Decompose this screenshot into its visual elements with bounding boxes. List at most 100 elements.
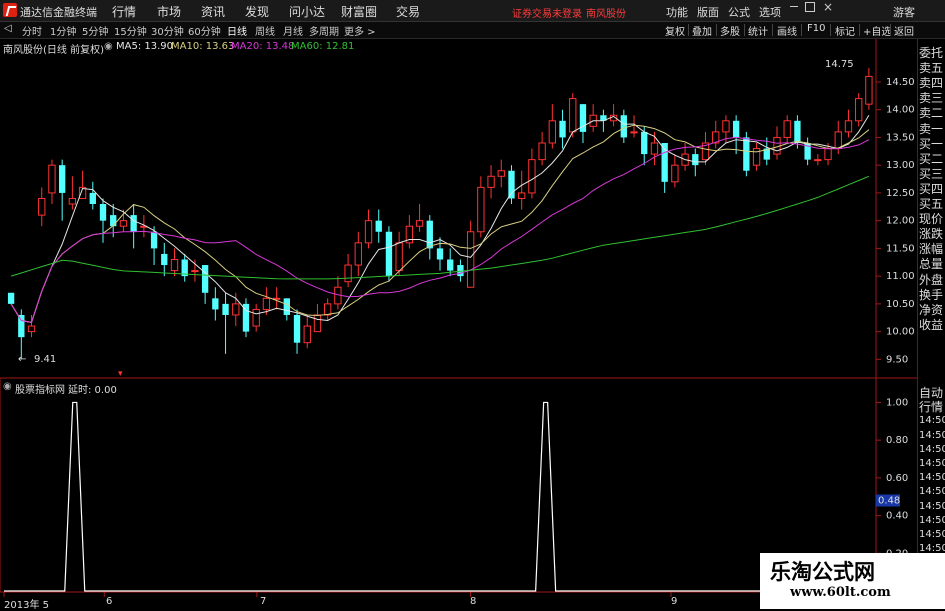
candle-body <box>18 314 25 338</box>
chart-area[interactable]: ▾ 14.50 14.00 13.50 13.00 12.50 12.00 11.50 11.… <box>0 39 917 609</box>
candle-body <box>865 75 873 105</box>
sidebar-tick-label[interactable]: 行情 <box>919 400 943 414</box>
minimize-icon[interactable] <box>790 6 798 7</box>
indicator-tick-label: 1.00 <box>886 397 908 408</box>
period-weekly[interactable]: 周线 <box>255 23 275 38</box>
candle-body <box>743 137 750 171</box>
login-warning[interactable]: 证券交易未登录 <box>512 5 582 20</box>
price-tick-label: 14.00 <box>886 105 915 116</box>
sidebar-tick-label: 14:50 <box>919 514 945 526</box>
menu-ask[interactable]: 问小达 <box>289 3 325 20</box>
candle-body <box>130 215 137 232</box>
sidebar-quote-label: 买三 <box>919 166 944 181</box>
menu-options[interactable]: 选项 <box>759 4 781 20</box>
sidebar-quote-label: 卖二 <box>919 106 944 121</box>
sidebar-tick-label: 14:50 <box>919 486 945 498</box>
toolbar-back-icon[interactable]: ◁ <box>4 23 12 34</box>
price-axis: 14.50 14.00 13.50 13.00 12.50 12.00 11.50 11.00… <box>876 77 915 365</box>
candle-body <box>191 270 199 273</box>
period-5min[interactable]: 5分钟 <box>82 23 108 38</box>
title-bar <box>0 0 945 22</box>
price-tick-label: 10.00 <box>886 327 915 338</box>
menu-trade[interactable]: 交易 <box>396 3 420 20</box>
candle-body <box>27 325 36 333</box>
candle-body <box>170 258 179 272</box>
indicator-tick-label: 0.60 <box>886 473 908 484</box>
price-high-label: 14.75 <box>825 59 854 70</box>
candle-body <box>48 164 56 194</box>
guest-label[interactable]: 游客 <box>893 4 915 20</box>
sidebar-tick-label[interactable]: 自动 <box>919 386 943 400</box>
tool-multi-stock[interactable]: 多股 <box>720 23 740 38</box>
candle-body <box>794 120 801 143</box>
menu-news[interactable]: 资讯 <box>201 3 225 20</box>
maximize-icon[interactable] <box>805 2 815 12</box>
toolbar-divider <box>744 24 745 36</box>
tool-stats[interactable]: 统计 <box>748 23 768 38</box>
tool-draw[interactable]: 画线 <box>777 23 797 38</box>
period-1min[interactable]: 1分钟 <box>50 23 76 38</box>
tool-back[interactable]: 返回 <box>894 23 914 38</box>
period-more[interactable]: 更多 > <box>344 23 376 38</box>
candle-body <box>559 120 566 138</box>
tool-add-watchlist[interactable]: +自选 <box>863 23 891 38</box>
sidebar-quote-label: 委托 <box>919 46 944 60</box>
candle-body <box>620 115 627 138</box>
period-monthly[interactable]: 月线 <box>283 23 303 38</box>
menu-formula[interactable]: 公式 <box>728 4 750 20</box>
period-daily[interactable]: 日线 <box>227 23 247 38</box>
app-logo-icon <box>3 3 17 17</box>
tool-mark[interactable]: 标记 <box>835 23 855 38</box>
menu-discover[interactable]: 发现 <box>245 3 269 20</box>
indicator-toggle-icon[interactable]: ◉ <box>3 381 12 392</box>
close-icon[interactable]: × <box>823 0 833 14</box>
price-tick-label: 9.50 <box>886 354 908 365</box>
sidebar-tick-label: 14:50 <box>919 472 945 484</box>
sidebar-quote-label: 涨幅 <box>919 242 944 257</box>
sidebar-quote-label: 买一 <box>919 136 944 151</box>
candle-body <box>293 314 301 343</box>
toolbar-divider <box>688 24 689 36</box>
tool-overlay[interactable]: 叠加 <box>692 23 712 38</box>
date-month-7: 7 <box>260 596 267 607</box>
legend-toggle-icon[interactable]: ◉ <box>104 41 113 52</box>
menu-layout[interactable]: 版面 <box>697 4 719 20</box>
period-timeshare[interactable]: 分时 <box>22 23 42 38</box>
candle-body <box>447 259 454 271</box>
tool-restore-rights[interactable]: 复权 <box>665 23 685 38</box>
sidebar-quote-label: 买四 <box>919 181 944 196</box>
sidebar-quote-label: 外盘 <box>919 272 944 287</box>
period-30min[interactable]: 30分钟 <box>151 23 184 38</box>
period-60min[interactable]: 60分钟 <box>188 23 221 38</box>
menu-market[interactable]: 市场 <box>157 3 181 20</box>
ma60-legend: MA60: 12.81 <box>291 41 355 52</box>
sidebar-tick-label: 14:50 <box>919 443 945 455</box>
price-low-label: 9.41 <box>34 354 57 365</box>
indicator-tick-label: 0.48 <box>878 495 900 506</box>
candle-body <box>161 253 168 266</box>
sidebar-quote-label: 现价 <box>919 212 944 227</box>
price-tick-label: 12.00 <box>886 216 915 227</box>
candle-body <box>283 298 290 315</box>
menu-quotes[interactable]: 行情 <box>112 3 136 20</box>
price-tick-label: 12.50 <box>886 188 915 199</box>
menu-function[interactable]: 功能 <box>666 4 688 20</box>
price-tick-label: 11.50 <box>886 243 915 254</box>
toolbar-divider <box>772 24 773 36</box>
indicator-tick-label: 0.80 <box>886 435 908 446</box>
candle-body <box>466 231 475 288</box>
candle-body <box>692 154 699 166</box>
candle-body <box>385 231 393 277</box>
candle-body <box>7 292 15 304</box>
period-multi[interactable]: 多周期 <box>309 23 339 38</box>
candle-body <box>313 314 322 333</box>
candle-body <box>732 120 740 138</box>
candle-body <box>508 170 515 199</box>
toolbar-divider <box>830 24 831 36</box>
ma5-legend: MA5: 13.90 <box>116 41 174 52</box>
tool-f10[interactable]: F10 <box>807 23 825 34</box>
candle-body <box>150 231 158 249</box>
candle-body <box>477 186 485 233</box>
period-15min[interactable]: 15分钟 <box>114 23 147 38</box>
menu-wealth[interactable]: 财富圈 <box>341 3 377 20</box>
